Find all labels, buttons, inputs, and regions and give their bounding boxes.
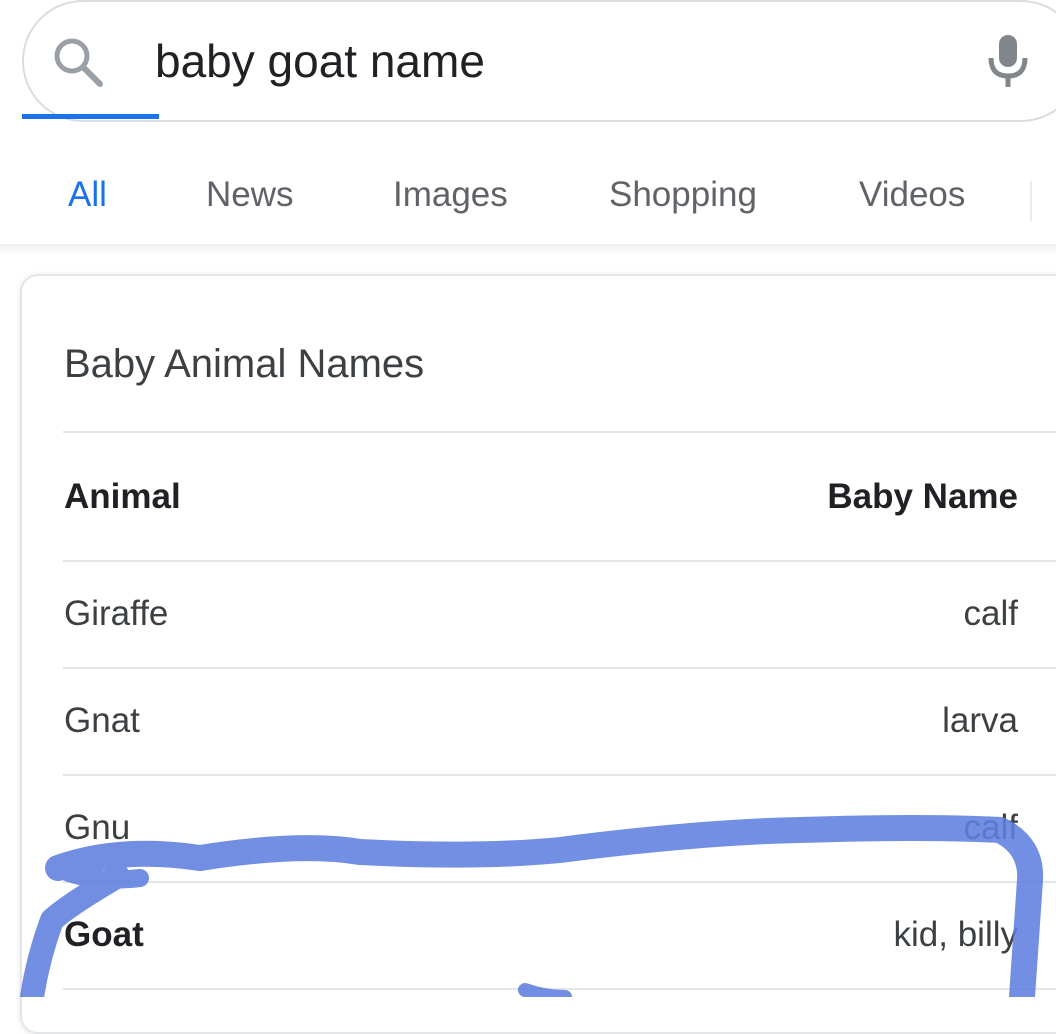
search-input[interactable]: baby goat name [155, 34, 485, 88]
table-header-baby-name: Baby Name [827, 477, 1018, 516]
divider [63, 774, 1056, 776]
microphone-icon[interactable] [983, 30, 1033, 90]
tabs-shadow [0, 244, 1056, 256]
table-cell-animal: Gnu [64, 808, 131, 847]
divider [63, 988, 1056, 990]
divider [63, 881, 1056, 883]
tab-news[interactable]: News [206, 173, 294, 217]
table-cell-baby-name: larva [942, 701, 1018, 740]
table-cell-animal: Goat [64, 915, 144, 954]
tab-images[interactable]: Images [393, 173, 508, 217]
divider [63, 560, 1056, 562]
table-cell-baby-name: kid, billy [893, 915, 1018, 954]
search-tabs: All News Images Shopping Videos [0, 125, 1056, 247]
search-icon[interactable] [50, 34, 106, 90]
table-cell-baby-name: calf [963, 808, 1018, 847]
table-cell-animal: Gnat [64, 701, 140, 740]
divider [63, 667, 1056, 669]
tab-all[interactable]: All [68, 173, 107, 217]
tab-divider [1030, 181, 1032, 221]
table-cell-baby-name: calf [963, 594, 1018, 633]
tab-videos[interactable]: Videos [859, 173, 965, 217]
card-title: Baby Animal Names [64, 342, 425, 386]
tab-shopping[interactable]: Shopping [609, 173, 757, 217]
divider [63, 431, 1056, 433]
table-header-animal: Animal [64, 477, 181, 516]
table-cell-animal: Giraffe [64, 594, 169, 633]
active-tab-indicator [22, 114, 159, 119]
